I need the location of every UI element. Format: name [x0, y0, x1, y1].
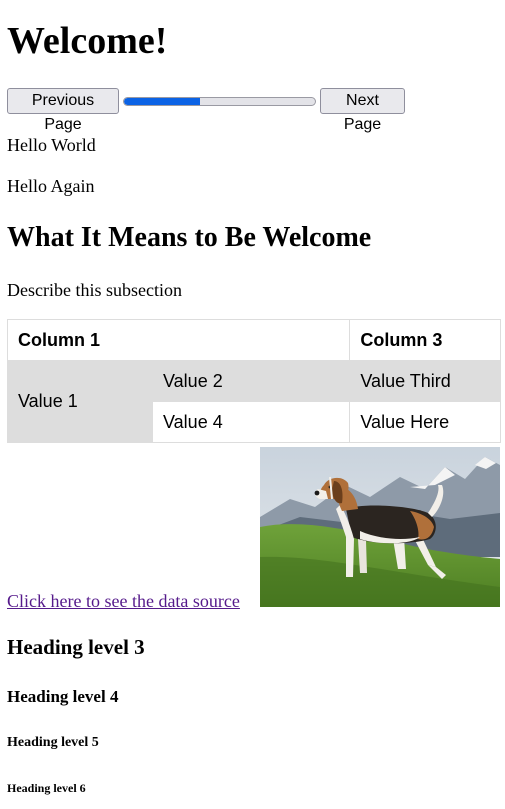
- previous-page-button[interactable]: Previous Page: [7, 88, 119, 133]
- next-page-button[interactable]: Next Page: [320, 88, 405, 133]
- heading-level-5: Heading level 5: [7, 735, 99, 750]
- data-table: Column 1 Column 3 Value 1 Value 2 Value …: [6, 319, 501, 443]
- beagle-dog-image: [260, 447, 500, 607]
- page-navigation: Previous Page Next Page: [7, 88, 405, 133]
- heading-level-6: Heading level 6: [7, 781, 86, 795]
- table-header-row: Column 1 Column 3: [6, 319, 501, 361]
- paragraph-hello-world: Hello World: [7, 135, 96, 155]
- heading-level-3: Heading level 3: [7, 635, 145, 659]
- data-source-link-container: Click here to see the data source: [7, 590, 240, 612]
- table-cell: Value 4: [151, 401, 351, 443]
- table-cell: Value 1: [7, 360, 153, 443]
- heading-level-4: Heading level 4: [7, 687, 119, 706]
- table-header-cell: Column 1: [6, 319, 351, 361]
- table-cell: Value Here: [349, 401, 501, 443]
- data-source-link[interactable]: Click here to see the data source: [7, 591, 240, 611]
- section-description: Describe this subsection: [7, 280, 182, 300]
- section-heading: What It Means to Be Welcome: [7, 222, 372, 253]
- paragraph-hello-again: Hello Again: [7, 176, 95, 196]
- page-title: Welcome!: [7, 20, 168, 62]
- progress-fill: [124, 97, 201, 105]
- table-cell: Value 2: [151, 360, 351, 402]
- table-header-cell: Column 3: [349, 319, 501, 361]
- page-progress-bar: [123, 96, 316, 106]
- table-row: Value 1 Value 2 Value Third: [7, 360, 501, 443]
- table-cell: Value Third: [349, 360, 501, 402]
